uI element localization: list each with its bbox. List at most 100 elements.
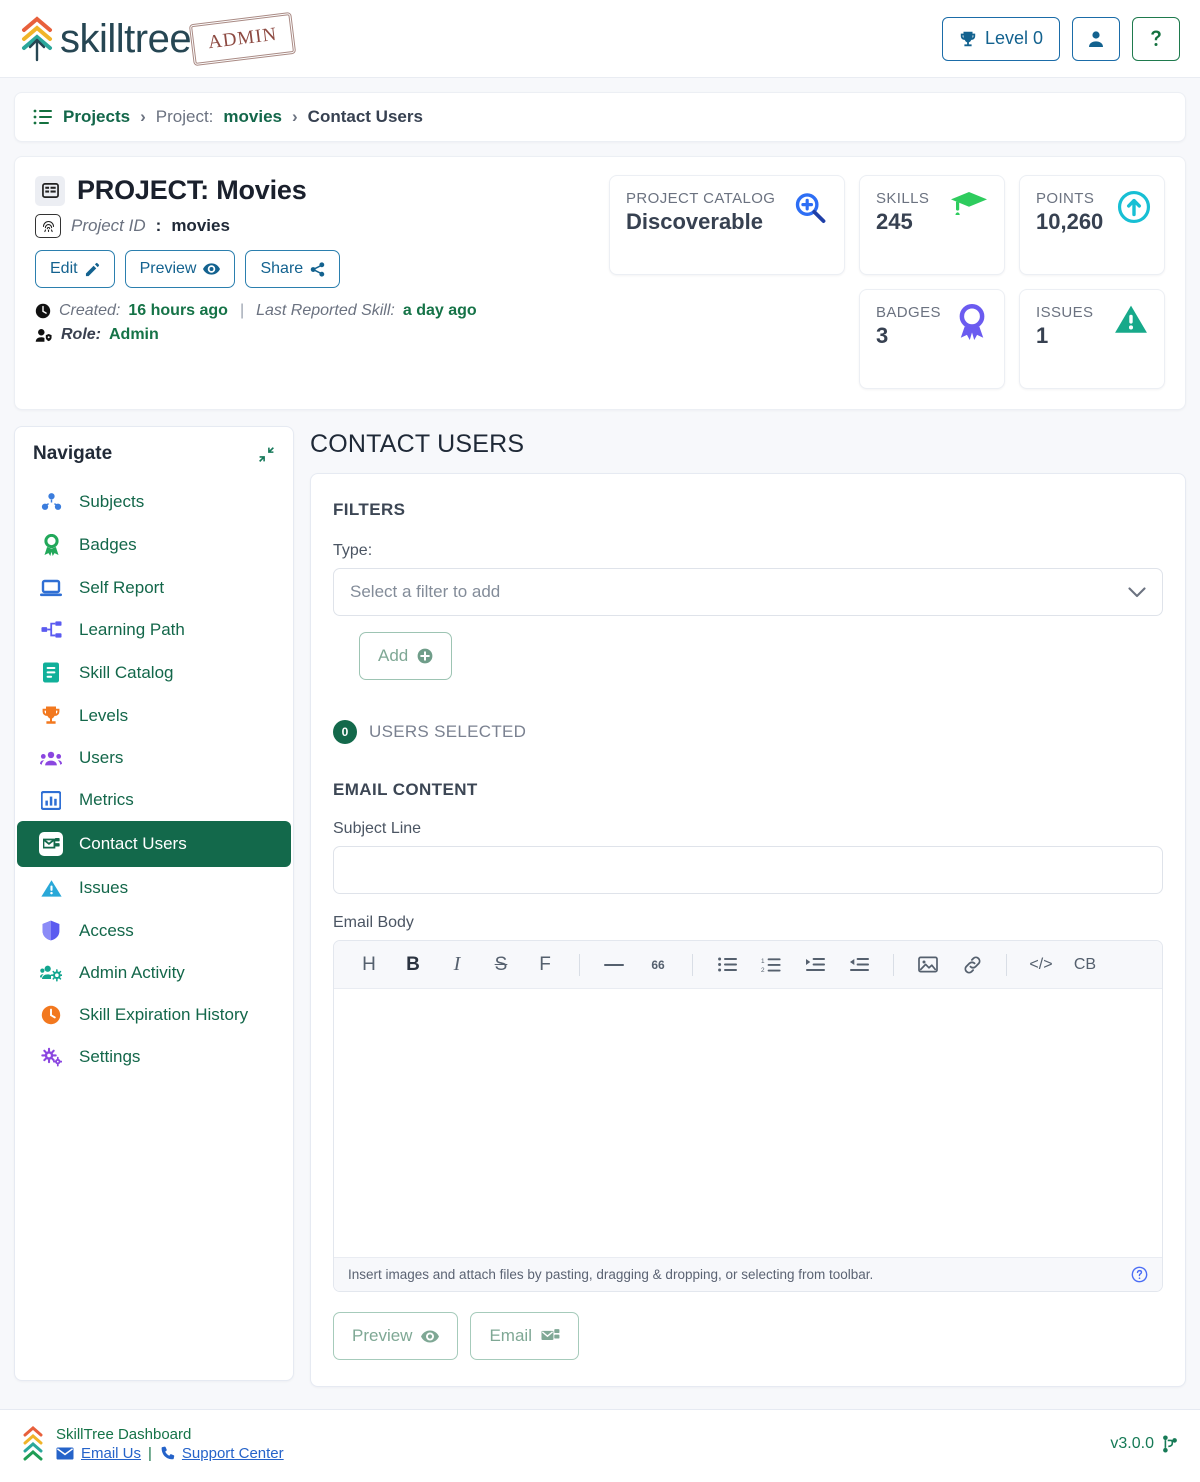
code-block-icon[interactable]: CB bbox=[1064, 946, 1106, 984]
sidebar-item-levels[interactable]: Levels bbox=[15, 694, 293, 737]
edit-button[interactable]: Edit bbox=[35, 250, 115, 288]
sidebar-item-admin-activity[interactable]: Admin Activity bbox=[15, 952, 293, 994]
preview-email-button-label: Preview bbox=[352, 1326, 413, 1345]
footer-links: Email Us | Support Center bbox=[56, 1445, 284, 1462]
strikethrough-icon[interactable]: S bbox=[480, 946, 522, 984]
stat-skills[interactable]: SKILLS 245 bbox=[859, 175, 1005, 275]
bar-chart-icon bbox=[39, 790, 63, 810]
level-button[interactable]: Level 0 bbox=[941, 16, 1060, 61]
project-icon bbox=[35, 175, 65, 206]
subject-line-input[interactable] bbox=[333, 846, 1163, 894]
sidebar-item-skill-catalog[interactable]: Skill Catalog bbox=[15, 651, 293, 694]
sidebar-item-issues[interactable]: Issues bbox=[15, 867, 293, 909]
brand-logo-group[interactable]: skilltree ADMIN bbox=[20, 11, 297, 66]
preview-email-button[interactable]: Preview bbox=[333, 1312, 459, 1360]
subject-line-label: Subject Line bbox=[333, 820, 422, 837]
italic-icon[interactable]: I bbox=[436, 946, 478, 984]
footer-text-block: SkillTree Dashboard Email Us | Support C… bbox=[56, 1426, 284, 1462]
footer-left: SkillTree Dashboard Email Us | Support C… bbox=[22, 1424, 284, 1464]
admin-stamp-badge: ADMIN bbox=[188, 11, 297, 66]
sidebar-items: Subjects Badges Self Report Learning Pat… bbox=[15, 481, 293, 1078]
skilltree-chevrons-icon bbox=[20, 14, 54, 64]
compress-arrows-icon[interactable] bbox=[258, 446, 275, 463]
footer-title: SkillTree Dashboard bbox=[56, 1426, 192, 1443]
send-email-button[interactable]: Email bbox=[470, 1312, 579, 1360]
email-body-label: Email Body bbox=[333, 914, 414, 931]
stat-badges[interactable]: BADGES 3 bbox=[859, 289, 1005, 389]
bold-icon[interactable]: B bbox=[392, 946, 434, 984]
share-button[interactable]: Share bbox=[245, 250, 341, 288]
clock-orange-icon bbox=[39, 1005, 63, 1025]
heading-icon[interactable]: H bbox=[348, 946, 390, 984]
svg-text:2: 2 bbox=[761, 967, 765, 973]
sidebar-item-label: Levels bbox=[79, 705, 129, 725]
project-id-colon: : bbox=[155, 216, 162, 235]
content-area: Navigate Subjects Badges Self Report Lea… bbox=[14, 426, 1186, 1387]
project-id-value: movies bbox=[171, 216, 230, 235]
stat-points[interactable]: POINTS 10,260 bbox=[1019, 175, 1165, 275]
filter-type-select[interactable]: Select a filter to add bbox=[333, 568, 1163, 616]
help-button[interactable] bbox=[1132, 16, 1180, 61]
email-us-link[interactable]: Email Us bbox=[81, 1445, 141, 1462]
sidebar-header: Navigate bbox=[15, 443, 293, 471]
add-filter-button[interactable]: Add bbox=[359, 632, 453, 680]
toolbar-separator-1 bbox=[579, 953, 580, 976]
sidebar-item-learning-path[interactable]: Learning Path bbox=[15, 609, 293, 651]
preview-project-button[interactable]: Preview bbox=[124, 250, 236, 288]
breadcrumb-current-page: Contact Users bbox=[307, 107, 423, 126]
warning-triangle-icon bbox=[1114, 304, 1148, 336]
project-role-meta: Role: Admin bbox=[35, 326, 591, 344]
font-icon[interactable]: F bbox=[524, 946, 566, 984]
sidebar-item-label: Self Report bbox=[79, 578, 165, 597]
sidebar-item-access[interactable]: Access bbox=[15, 909, 293, 952]
breadcrumb-projects-link[interactable]: Projects bbox=[63, 107, 130, 127]
sidebar-item-metrics[interactable]: Metrics bbox=[15, 779, 293, 821]
stat-skills-value: 245 bbox=[876, 209, 913, 234]
sidebar-item-settings[interactable]: Settings bbox=[15, 1036, 293, 1078]
sidebar-item-label: Subjects bbox=[79, 492, 145, 511]
stat-project-catalog[interactable]: PROJECT CATALOG Discoverable bbox=[609, 175, 845, 275]
clock-icon bbox=[35, 303, 51, 319]
toolbar-separator-3 bbox=[893, 953, 894, 976]
email-body-input[interactable] bbox=[334, 989, 1162, 1257]
sidebar-item-skill-expiration-history[interactable]: Skill Expiration History bbox=[15, 994, 293, 1036]
support-center-link[interactable]: Support Center bbox=[182, 1445, 284, 1462]
phone-icon bbox=[159, 1446, 175, 1462]
svg-text:1: 1 bbox=[761, 958, 765, 965]
link-icon[interactable] bbox=[951, 946, 993, 984]
breadcrumb: Projects › Project: movies › Contact Use… bbox=[14, 92, 1186, 142]
sidebar-item-label: Metrics bbox=[79, 790, 134, 809]
users-selected-label: USERS SELECTED bbox=[369, 722, 527, 741]
user-icon bbox=[1086, 29, 1106, 49]
sidebar-item-label: Settings bbox=[79, 1047, 141, 1066]
sidebar-item-badges[interactable]: Badges bbox=[15, 523, 293, 567]
eye-icon bbox=[421, 1330, 440, 1343]
bullet-list-icon[interactable] bbox=[706, 946, 748, 984]
question-circle-icon[interactable] bbox=[1131, 1266, 1148, 1283]
sidebar-item-subjects[interactable]: Subjects bbox=[15, 481, 293, 523]
footer-divider: | bbox=[148, 1445, 152, 1462]
sidebar-item-users[interactable]: Users bbox=[15, 737, 293, 779]
breadcrumb-project-name[interactable]: movies bbox=[223, 107, 282, 127]
outdent-icon[interactable] bbox=[838, 946, 880, 984]
blockquote-icon[interactable]: 66 bbox=[637, 946, 679, 984]
app-header: skilltree ADMIN Level 0 bbox=[0, 0, 1200, 78]
code-icon[interactable]: </> bbox=[1020, 946, 1062, 984]
user-menu-button[interactable] bbox=[1072, 16, 1120, 61]
mail-users-icon bbox=[39, 832, 63, 856]
image-icon[interactable] bbox=[907, 946, 949, 984]
breadcrumb-project-label: Project: bbox=[155, 107, 214, 126]
email-content-heading: EMAIL CONTENT bbox=[333, 780, 478, 799]
trophy-icon bbox=[39, 705, 63, 726]
project-header-card: PROJECT: Movies Project ID: movies Edit bbox=[14, 156, 1186, 410]
stat-issues[interactable]: ISSUES 1 bbox=[1019, 289, 1165, 389]
horizontal-rule-icon[interactable] bbox=[593, 946, 635, 984]
numbered-list-icon[interactable]: 1 2 bbox=[750, 946, 792, 984]
sidebar-item-label: Skill Catalog bbox=[79, 662, 174, 682]
sidebar-item-contact-users[interactable]: Contact Users bbox=[17, 821, 291, 867]
toolbar-separator-2 bbox=[692, 953, 693, 976]
laptop-icon bbox=[39, 579, 63, 598]
sidebar-item-self-report[interactable]: Self Report bbox=[15, 567, 293, 609]
magnifier-plus-icon bbox=[792, 190, 828, 226]
indent-icon[interactable] bbox=[794, 946, 836, 984]
